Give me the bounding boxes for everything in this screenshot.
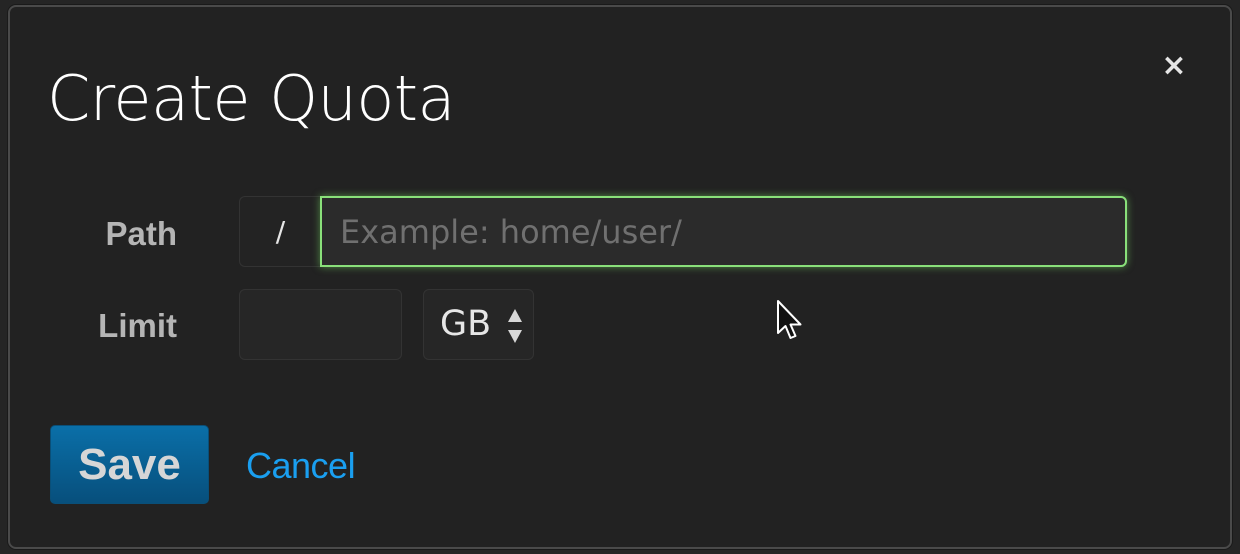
updown-arrows-icon [508, 309, 522, 343]
save-button[interactable]: Save [50, 425, 209, 504]
dialog-title: Create Quota [47, 62, 456, 135]
limit-input[interactable] [239, 289, 402, 360]
close-icon[interactable]: × [1156, 48, 1192, 84]
path-input[interactable] [320, 196, 1127, 267]
limit-label: Limit [98, 307, 177, 344]
path-label: Path [105, 215, 177, 252]
cancel-link[interactable]: Cancel [246, 444, 356, 488]
path-prefix-addon: / [239, 196, 321, 267]
unit-select[interactable]: GB [423, 289, 534, 360]
unit-select-value: GB [440, 304, 492, 344]
